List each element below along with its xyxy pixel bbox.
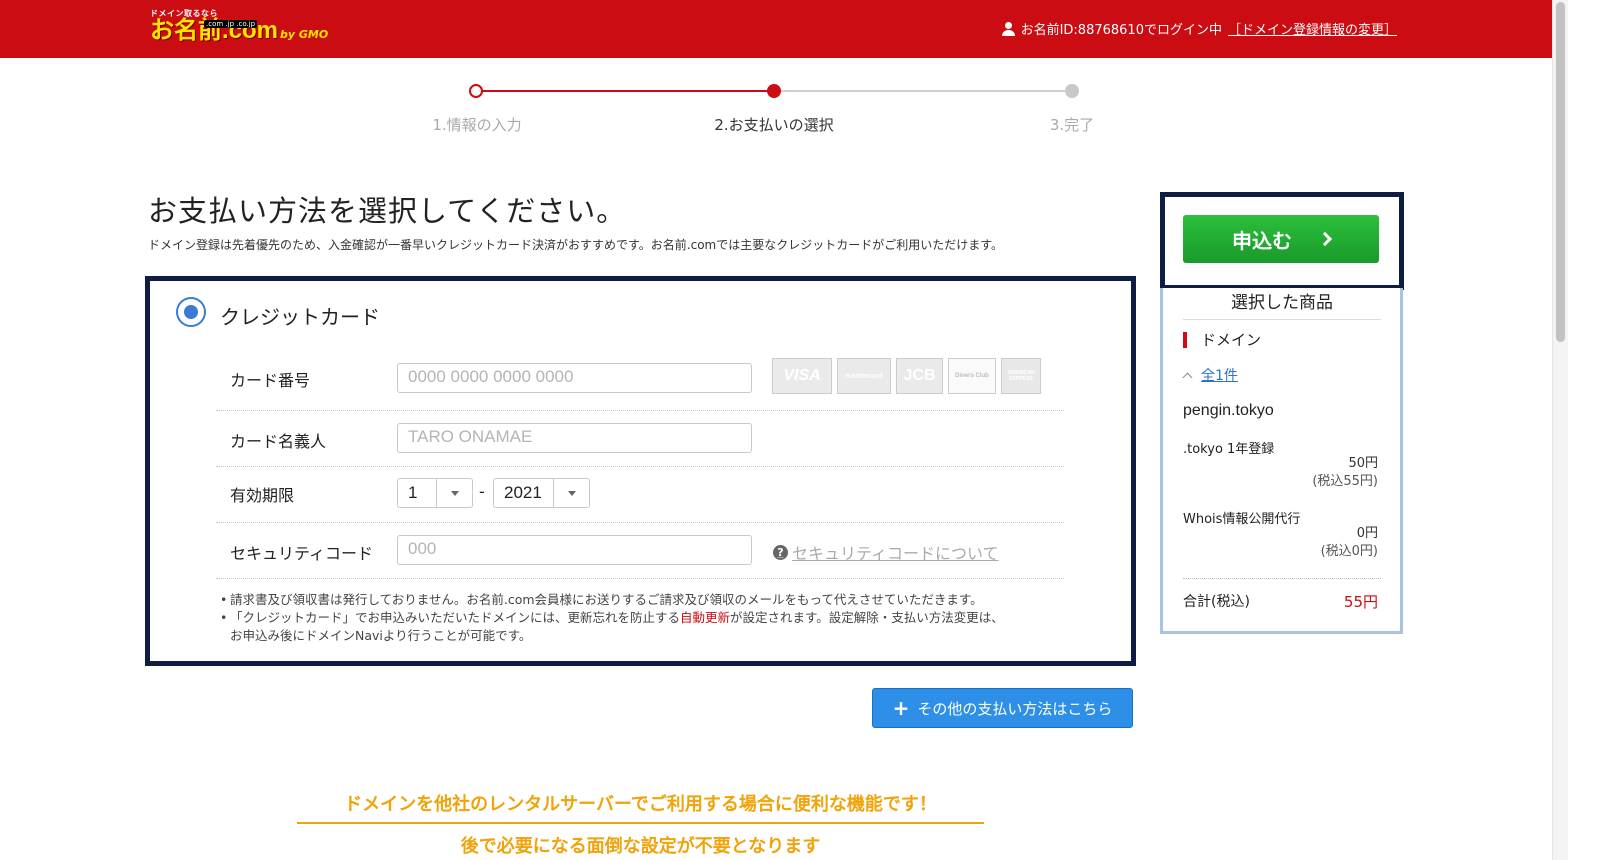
order-summary: 選択した商品 ドメイン 全1件 pengin.tokyo .tokyo 1年登録… <box>1160 288 1403 634</box>
login-info: お名前ID:88768610でログイン中 ［ドメイン登録情報の変更］ <box>1001 19 1397 38</box>
scrollbar-thumb[interactable] <box>1556 2 1565 342</box>
logo-gmo: by GMO <box>280 28 329 41</box>
auto-renew-highlight: 自動更新 <box>680 610 731 625</box>
summary-item-price-tax: (税込0円) <box>1320 544 1378 559</box>
summary-total-value: 55円 <box>1343 593 1378 611</box>
summary-item-price-value: 0円 <box>1356 526 1378 541</box>
visa-icon: VISA <box>772 358 832 394</box>
login-status: お名前ID:88768610でログイン中 <box>1020 23 1222 38</box>
promo-subtitle: 後で必要になる面倒な設定が不要となります <box>460 836 821 857</box>
card-number-input[interactable]: 0000 0000 0000 0000 <box>397 363 752 393</box>
mastercard-label: mastercard <box>845 372 883 380</box>
step-label-2: 2.お支払いの選択 <box>714 116 834 134</box>
credit-card-title: クレジットカード <box>220 305 380 329</box>
diners-club-icon: Diners Club <box>948 358 996 394</box>
summary-total-label: 合計(税込) <box>1183 594 1250 610</box>
note-invoice-text: 請求書及び領収書は発行しておりません。お名前.com会員様にお送りするご請求及び… <box>230 592 983 607</box>
security-code-input[interactable]: 000 <box>397 535 752 565</box>
card-number-label: カード番号 <box>230 371 311 390</box>
summary-item-price: 0円 (税込0円) <box>1321 525 1378 561</box>
summary-divider <box>1183 578 1381 579</box>
mastercard-icon: mastercard <box>837 358 891 394</box>
card-holder-row: カード名義人 TARO ONAMAE <box>216 411 1064 467</box>
jcb-icon: JCB <box>896 358 943 394</box>
diners-label: Diners Club <box>955 373 989 379</box>
step-dot-2 <box>767 84 781 98</box>
chevron-down-icon <box>553 479 589 507</box>
note-auto-renew: 「クレジットカード」でお申込みいただいたドメインには、更新忘れを防止する自動更新… <box>220 609 1080 645</box>
promo-title: ドメインを他社のレンタルサーバーでご利用する場合に便利な機能です！ <box>297 790 984 824</box>
step-dot-1 <box>469 84 483 98</box>
summary-item-name: Whois情報公開代行 <box>1183 512 1301 527</box>
summary-item-price: 50円 (税込55円) <box>1312 455 1378 491</box>
summary-item-price-tax: (税込55円) <box>1312 474 1378 489</box>
change-domain-info-link[interactable]: ［ドメイン登録情報の変更］ <box>1228 19 1397 38</box>
summary-domain: pengin.tokyo <box>1183 402 1274 419</box>
expiry-year-value: 2021 <box>504 483 542 502</box>
question-icon: ? <box>773 544 788 560</box>
scrollbar[interactable] <box>1552 0 1568 860</box>
note-auto-renew-suffix: が設定されます。設定解除・支払い方法変更は、 <box>730 610 1004 625</box>
security-code-row: セキュリティコード 000 ? セキュリティコードについて <box>216 523 1064 579</box>
apply-label: 申込む <box>1232 228 1292 253</box>
step-line-done <box>477 90 774 92</box>
summary-item-name: .tokyo 1年登録 <box>1183 442 1275 457</box>
step-label-3: 3.完了 <box>1049 116 1095 134</box>
note-auto-renew-prefix: 「クレジットカード」でお申込みいただいたドメインには、更新忘れを防止する <box>230 610 681 625</box>
site-header: ドメイン取るなら .com .jp .co.jp お名前.com by GMO お… <box>0 0 1552 58</box>
summary-item-price-value: 50円 <box>1348 456 1378 471</box>
summary-count-link[interactable]: 全1件 <box>1201 368 1238 384</box>
summary-count[interactable]: 全1件 <box>1182 365 1238 385</box>
expiry-year-select[interactable]: 2021 <box>493 478 590 508</box>
summary-category: ドメイン <box>1183 332 1261 348</box>
chevron-right-icon <box>1317 231 1333 247</box>
plus-icon: + <box>892 696 910 720</box>
credit-card-radio[interactable] <box>176 297 206 327</box>
security-code-help-text: セキュリティコードについて <box>792 544 999 563</box>
chevron-down-icon <box>436 479 472 507</box>
note-invoice: 請求書及び領収書は発行しておりません。お名前.com会員様にお送りするご請求及び… <box>220 591 1080 609</box>
expiry-month-select[interactable]: 1 <box>397 478 473 508</box>
logo-tlds: .com .jp .co.jp <box>204 20 258 28</box>
card-holder-label: カード名義人 <box>230 432 327 451</box>
card-holder-input[interactable]: TARO ONAMAE <box>397 423 752 453</box>
step-label-1: 1.情報の入力 <box>432 116 522 134</box>
chevron-up-icon <box>1182 372 1193 383</box>
credit-card-panel: クレジットカード カード番号 0000 0000 0000 0000 VISA … <box>145 276 1136 666</box>
amex-icon: AMERICAN EXPRESS <box>1001 358 1041 394</box>
payment-notes: 請求書及び領収書は発行しておりません。お名前.com会員様にお送りするご請求及び… <box>220 591 1080 645</box>
expiry-month-value: 1 <box>408 483 418 502</box>
right-gutter <box>1568 0 1600 860</box>
summary-title: 選択した商品 <box>1183 288 1381 320</box>
jcb-label: JCB <box>903 367 936 384</box>
amex-label: AMERICAN EXPRESS <box>1007 370 1035 382</box>
onamae-logo[interactable]: ドメイン取るなら .com .jp .co.jp お名前.com by GMO <box>150 8 328 43</box>
other-payment-label: その他の支払い方法はこちら <box>917 699 1113 718</box>
card-number-row: カード番号 0000 0000 0000 0000 VISA mastercar… <box>216 353 1064 411</box>
visa-label: VISA <box>783 367 821 384</box>
security-code-label: セキュリティコード <box>230 544 374 563</box>
expiry-separator: - <box>479 482 485 501</box>
note-auto-renew-line2: お申込み後にドメインNaviより行うことが可能です。 <box>230 628 532 643</box>
user-icon <box>1001 21 1015 36</box>
step-dot-3 <box>1065 84 1079 98</box>
page-description: ドメイン登録は先着優先のため、入金確認が一番早いクレジットカード決済がおすすめで… <box>148 238 1004 252</box>
progress-steps: 1.情報の入力 2.お支払いの選択 3.完了 <box>0 80 1552 140</box>
page-title: お支払い方法を選択してください。 <box>148 194 627 228</box>
apply-button[interactable]: 申込む <box>1183 215 1379 263</box>
expiry-label: 有効期限 <box>230 486 295 505</box>
security-code-help-link[interactable]: ? セキュリティコードについて <box>773 540 999 564</box>
other-payment-button[interactable]: + その他の支払い方法はこちら <box>872 688 1133 728</box>
step-line-todo <box>774 90 1072 92</box>
apply-panel: 申込む <box>1160 192 1404 290</box>
expiry-row: 有効期限 1 - 2021 <box>216 467 1064 523</box>
